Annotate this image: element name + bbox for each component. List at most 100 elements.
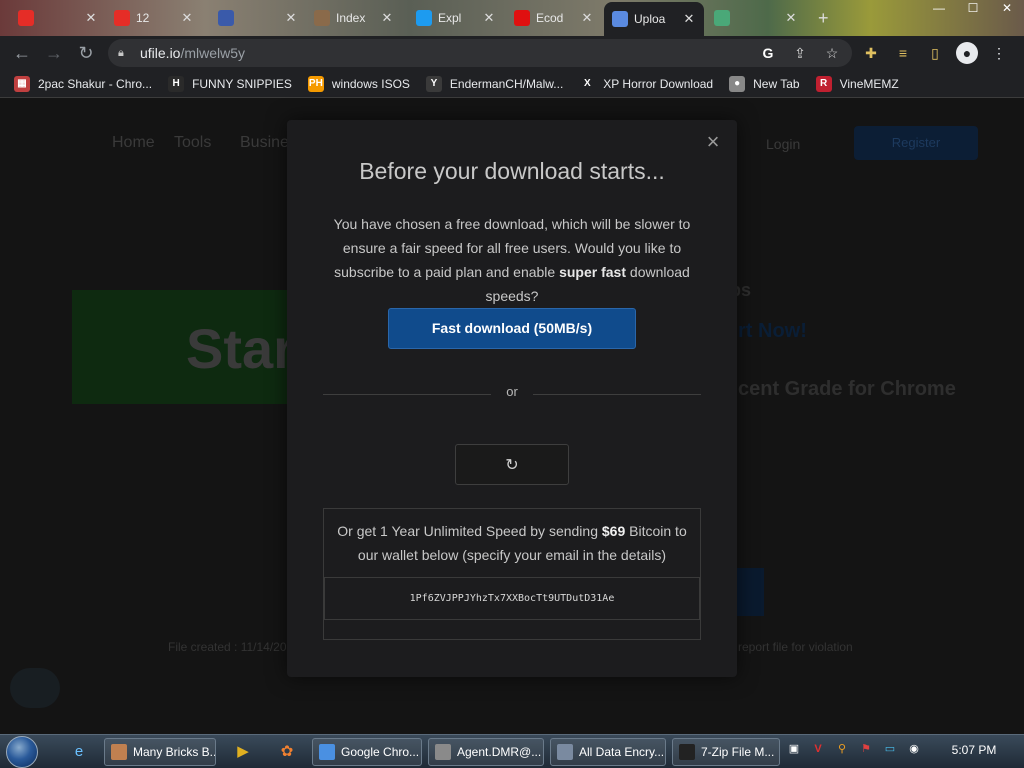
- taskbar-task[interactable]: Agent.DMR@...: [428, 738, 544, 766]
- pinned-app-icon[interactable]: ✿: [272, 739, 302, 765]
- task-label: 7-Zip File M...: [701, 745, 775, 759]
- side-panel-icon[interactable]: ▯: [924, 42, 946, 64]
- or-divider: or: [323, 384, 701, 400]
- bookmark-item[interactable]: R VineMEMZ: [815, 75, 899, 92]
- profile-avatar-icon[interactable]: ●: [956, 42, 978, 64]
- tray-search-icon[interactable]: ⚲: [834, 741, 850, 757]
- address-bar[interactable]: 🔒︎ ufile.io/mlwelw5y G ⇪ ☆: [108, 39, 852, 67]
- promo-cta[interactable]: rt Now!: [738, 320, 807, 343]
- tab-title: Ecod: [536, 11, 564, 25]
- bookmark-label: FUNNY SNIPPIES: [192, 76, 292, 91]
- tab-strip: ✕ 12 ✕ ✕ Index ✕ Expl ✕ Ecod ✕ Uploa ✕ ✕ + — ☐ ✕: [0, 0, 1024, 36]
- tray-volume-icon[interactable]: ◉: [906, 741, 922, 757]
- tab-5[interactable]: Ecod ✕: [506, 4, 602, 32]
- taskbar-task[interactable]: All Data Encry...: [550, 738, 666, 766]
- bookmark-label: windows ISOS: [331, 76, 410, 91]
- close-icon[interactable]: ×: [701, 130, 725, 154]
- close-window-button[interactable]: ✕: [990, 0, 1024, 16]
- register-button[interactable]: Register: [854, 126, 978, 160]
- tab-favicon-icon: [114, 10, 130, 26]
- start-button[interactable]: [6, 736, 38, 768]
- tab-close-icon[interactable]: ✕: [84, 10, 98, 26]
- task-app-icon: [435, 744, 451, 760]
- task-app-icon: [679, 744, 695, 760]
- forward-icon[interactable]: →: [38, 37, 70, 69]
- bookmarks-bar: ▦ 2pac Shakur - Chro... H FUNNY SNIPPIES PH w…: [0, 70, 1024, 98]
- nav-login[interactable]: Login: [766, 136, 800, 152]
- minimize-button[interactable]: —: [922, 0, 956, 16]
- google-icon[interactable]: G: [758, 43, 778, 63]
- tab-close-icon[interactable]: ✕: [380, 10, 394, 26]
- bookmark-label: VineMEMZ: [839, 76, 899, 91]
- tab-close-icon[interactable]: ✕: [284, 10, 298, 26]
- tab-0[interactable]: ✕: [10, 4, 106, 32]
- tray-flag-icon[interactable]: ⚑: [858, 741, 874, 757]
- media-player-icon[interactable]: ▶: [228, 739, 258, 765]
- new-tab-button[interactable]: +: [818, 8, 829, 29]
- window-controls: — ☐ ✕: [922, 0, 1024, 16]
- bookmark-item[interactable]: ● New Tab: [729, 75, 800, 92]
- tab-6[interactable]: Uploa ✕: [604, 2, 704, 36]
- tab-close-icon[interactable]: ✕: [180, 10, 194, 26]
- captcha-refresh-button[interactable]: ↻: [455, 444, 569, 485]
- tab-title: Uploa: [634, 12, 666, 26]
- tab-7[interactable]: ✕: [706, 4, 806, 32]
- tab-favicon-icon: [714, 10, 730, 26]
- tab-3[interactable]: Index ✕: [306, 4, 402, 32]
- bookmark-item[interactable]: X XP Horror Download: [579, 75, 713, 92]
- tab-close-icon[interactable]: ✕: [682, 11, 696, 27]
- bitcoin-offer-text: Or get 1 Year Unlimited Speed by sending…: [337, 523, 687, 563]
- tab-2[interactable]: ✕: [210, 4, 306, 32]
- bookmark-label: 2pac Shakur - Chro...: [38, 76, 153, 91]
- task-label: All Data Encry...: [579, 745, 665, 759]
- bookmark-star-icon[interactable]: ☆: [822, 43, 842, 63]
- report-file-link[interactable]: report file for violation: [738, 640, 853, 654]
- reload-icon[interactable]: ↻: [70, 37, 102, 69]
- tab-title: Expl: [438, 11, 462, 25]
- extensions-puzzle-icon[interactable]: ✚: [860, 42, 882, 64]
- bookmark-item[interactable]: Y EndermanCH/Malw...: [425, 75, 563, 92]
- tray-app-icon[interactable]: ▣: [786, 741, 802, 757]
- task-app-icon: [111, 744, 127, 760]
- tab-4[interactable]: Expl ✕: [408, 4, 504, 32]
- taskbar-clock[interactable]: 5:07 PM: [944, 743, 1004, 757]
- bitcoin-price: $69: [601, 523, 626, 539]
- tab-1[interactable]: 12 ✕: [106, 4, 202, 32]
- back-icon[interactable]: ←: [6, 37, 38, 69]
- h-icon: H: [168, 75, 185, 92]
- taskbar-task[interactable]: Many Bricks B...: [104, 738, 216, 766]
- maximize-button[interactable]: ☐: [956, 0, 990, 16]
- tab-favicon-icon: [218, 10, 234, 26]
- taskbar-task[interactable]: Google Chro...: [312, 738, 422, 766]
- media-queue-icon[interactable]: ≡: [892, 42, 914, 64]
- bookmark-item[interactable]: H FUNNY SNIPPIES: [168, 75, 292, 92]
- tray-network-icon[interactable]: ▭: [882, 741, 898, 757]
- tray-v-icon[interactable]: V: [810, 741, 826, 757]
- fast-download-button[interactable]: Fast download (50MB/s): [388, 308, 636, 349]
- or-text: or: [506, 384, 518, 399]
- desktop-icon[interactable]: [10, 668, 60, 708]
- taskbar-task[interactable]: 7-Zip File M...: [672, 738, 780, 766]
- ie-icon[interactable]: e: [64, 739, 94, 765]
- menu-kebab-icon[interactable]: ⋮: [988, 42, 1010, 64]
- nav-tools[interactable]: Tools: [174, 134, 211, 152]
- refresh-icon: ↻: [505, 456, 519, 474]
- windows-taskbar: e Many Bricks B... Google Chro... Agent.DM…: [0, 734, 1024, 768]
- yp-icon: Y: [425, 75, 442, 92]
- promo-banner-text: Star: [186, 317, 295, 380]
- nav-home[interactable]: Home: [112, 134, 155, 152]
- tab-close-icon[interactable]: ✕: [580, 10, 594, 26]
- tab-favicon-icon: [612, 11, 628, 27]
- tab-close-icon[interactable]: ✕: [482, 10, 496, 26]
- share-icon[interactable]: ⇪: [790, 43, 810, 63]
- bookmark-item[interactable]: ▦ 2pac Shakur - Chro...: [14, 75, 153, 92]
- bookmark-item[interactable]: PH windows ISOS: [307, 75, 410, 92]
- tab-favicon-icon: [314, 10, 330, 26]
- x-icon: X: [579, 75, 596, 92]
- file-created-text: File created : 11/14/20: [168, 640, 287, 654]
- lock-icon[interactable]: 🔒︎: [118, 47, 130, 59]
- bitcoin-wallet-address[interactable]: 1Pf6ZVJPPJYhzTx7XXBocTt9UTDutD31Ae: [324, 577, 700, 620]
- task-label: Google Chro...: [341, 745, 420, 759]
- tab-close-icon[interactable]: ✕: [784, 10, 798, 26]
- task-label: Many Bricks B...: [133, 745, 216, 759]
